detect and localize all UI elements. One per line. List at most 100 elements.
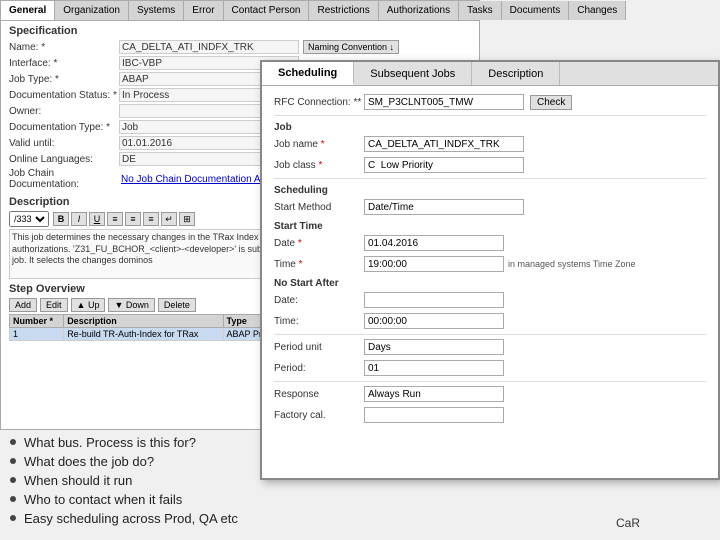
- no-start-time-label: Time:: [274, 316, 364, 327]
- tab-description[interactable]: Description: [472, 62, 560, 85]
- period-label: Period:: [274, 363, 364, 374]
- down-step-btn[interactable]: ▼ Down: [108, 298, 154, 312]
- tab-auth[interactable]: Authorizations: [379, 1, 459, 20]
- time-row: Time in managed systems Time Zone: [274, 256, 706, 272]
- period-unit-label: Period unit: [274, 342, 364, 353]
- start-method-label: Start Method: [274, 202, 364, 213]
- owner-label: Owner:: [9, 106, 119, 117]
- response-row: Response: [274, 386, 706, 402]
- no-start-after-header: No Start After: [274, 278, 706, 289]
- popup-content: RFC Connection: ** Check Job Job name Jo…: [262, 86, 718, 436]
- no-start-date-input[interactable]: [364, 292, 504, 308]
- bullet-text-2: What does the job do?: [24, 454, 154, 469]
- italic-btn[interactable]: I: [71, 212, 87, 226]
- underline-btn[interactable]: U: [89, 212, 105, 226]
- start-method-row: Start Method: [274, 199, 706, 215]
- spec-title: Specification: [9, 25, 471, 37]
- rfc-input[interactable]: [364, 94, 524, 110]
- bullet-5: Easy scheduling across Prod, QA etc: [10, 511, 310, 526]
- interface-label: Interface: *: [9, 58, 119, 69]
- desc-dropdown[interactable]: /333: [9, 211, 49, 227]
- time-input[interactable]: [364, 256, 504, 272]
- name-row: Name: * CA_DELTA_ATI_INDFX_TRK Naming Co…: [9, 40, 471, 54]
- rfc-row: RFC Connection: ** Check: [274, 94, 706, 110]
- bullet-dot-3: [10, 477, 16, 483]
- tab-subsequent-jobs[interactable]: Subsequent Jobs: [354, 62, 472, 85]
- rfc-label: RFC Connection: **: [274, 97, 364, 108]
- tab-documents[interactable]: Documents: [502, 1, 570, 20]
- job-name-label: Job name: [274, 139, 364, 150]
- bullet-text-4: Who to contact when it fails: [24, 492, 182, 507]
- response-input[interactable]: [364, 386, 504, 402]
- add-step-btn[interactable]: Add: [9, 298, 37, 312]
- naming-convention-btn[interactable]: Naming Convention ↓: [303, 40, 399, 54]
- period-unit-row: Period unit: [274, 339, 706, 355]
- job-section-header: Job: [274, 122, 706, 133]
- table-btn[interactable]: ⊞: [179, 212, 195, 226]
- name-value[interactable]: CA_DELTA_ATI_INDFX_TRK: [119, 40, 299, 54]
- tab-general[interactable]: General: [1, 1, 55, 20]
- bullet-text-1: What bus. Process is this for?: [24, 435, 196, 450]
- job-type-label: Job Type: *: [9, 74, 119, 85]
- name-label: Name: *: [9, 42, 119, 53]
- no-start-time-input[interactable]: [364, 313, 504, 329]
- start-method-input[interactable]: [364, 199, 524, 215]
- tab-tasks[interactable]: Tasks: [459, 1, 502, 20]
- bold-btn[interactable]: B: [53, 212, 69, 226]
- tab-scheduling[interactable]: Scheduling: [262, 62, 354, 85]
- edit-step-btn[interactable]: Edit: [40, 298, 68, 312]
- job-name-row: Job name: [274, 136, 706, 152]
- align-left-btn[interactable]: ≡: [107, 212, 123, 226]
- factory-row: Factory cal.: [274, 407, 706, 423]
- tab-contact[interactable]: Contact Person: [224, 1, 310, 20]
- check-button[interactable]: Check: [530, 95, 572, 110]
- cell-number: 1: [10, 328, 64, 341]
- online-label: Online Languages:: [9, 154, 119, 165]
- bullet-dot-4: [10, 496, 16, 502]
- job-class-row: Job class: [274, 157, 706, 173]
- delete-step-btn[interactable]: Delete: [158, 298, 196, 312]
- date-label: Date: [274, 238, 364, 249]
- main-tab-bar: General Organization Systems Error Conta…: [1, 1, 479, 21]
- period-unit-input[interactable]: [364, 339, 504, 355]
- bullet-text-3: When should it run: [24, 473, 132, 488]
- divider-3: [274, 334, 706, 335]
- col-number: Number *: [10, 315, 64, 328]
- return-btn[interactable]: ↵: [161, 212, 177, 226]
- no-start-date-label: Date:: [274, 295, 364, 306]
- align-center-btn[interactable]: ≡: [125, 212, 141, 226]
- tab-organization[interactable]: Organization: [55, 1, 129, 20]
- align-right-btn[interactable]: ≡: [143, 212, 159, 226]
- bullet-dot-1: [10, 439, 16, 445]
- cell-description: Re-build TR-Auth-Index for TRax: [64, 328, 223, 341]
- tab-error[interactable]: Error: [184, 1, 223, 20]
- job-class-input[interactable]: [364, 157, 524, 173]
- timezone-note: in managed systems Time Zone: [508, 259, 636, 269]
- bullet-dot-5: [10, 515, 16, 521]
- footer-car: CaR: [616, 516, 640, 530]
- time-label: Time: [274, 259, 364, 270]
- bullet-dot-2: [10, 458, 16, 464]
- valid-until-label: Valid until:: [9, 138, 119, 149]
- period-row: Period:: [274, 360, 706, 376]
- date-input[interactable]: [364, 235, 504, 251]
- doc-type-label: Documentation Type: *: [9, 122, 119, 133]
- doc-status-label: Documentation Status: *: [9, 90, 119, 101]
- period-input[interactable]: [364, 360, 504, 376]
- divider-2: [274, 178, 706, 179]
- tab-changes[interactable]: Changes: [569, 1, 626, 20]
- factory-label: Factory cal.: [274, 410, 364, 421]
- job-class-label: Job class: [274, 160, 364, 171]
- factory-input[interactable]: [364, 407, 504, 423]
- up-step-btn[interactable]: ▲ Up: [71, 298, 106, 312]
- bullet-text-5: Easy scheduling across Prod, QA etc: [24, 511, 238, 526]
- tab-restrictions[interactable]: Restrictions: [309, 1, 378, 20]
- divider-1: [274, 115, 706, 116]
- divider-4: [274, 381, 706, 382]
- job-name-input[interactable]: [364, 136, 524, 152]
- popup-tab-bar: Scheduling Subsequent Jobs Description: [262, 62, 718, 86]
- col-description: Description: [64, 315, 223, 328]
- no-start-date-row: Date:: [274, 292, 706, 308]
- response-label: Response: [274, 389, 364, 400]
- tab-systems[interactable]: Systems: [129, 1, 184, 20]
